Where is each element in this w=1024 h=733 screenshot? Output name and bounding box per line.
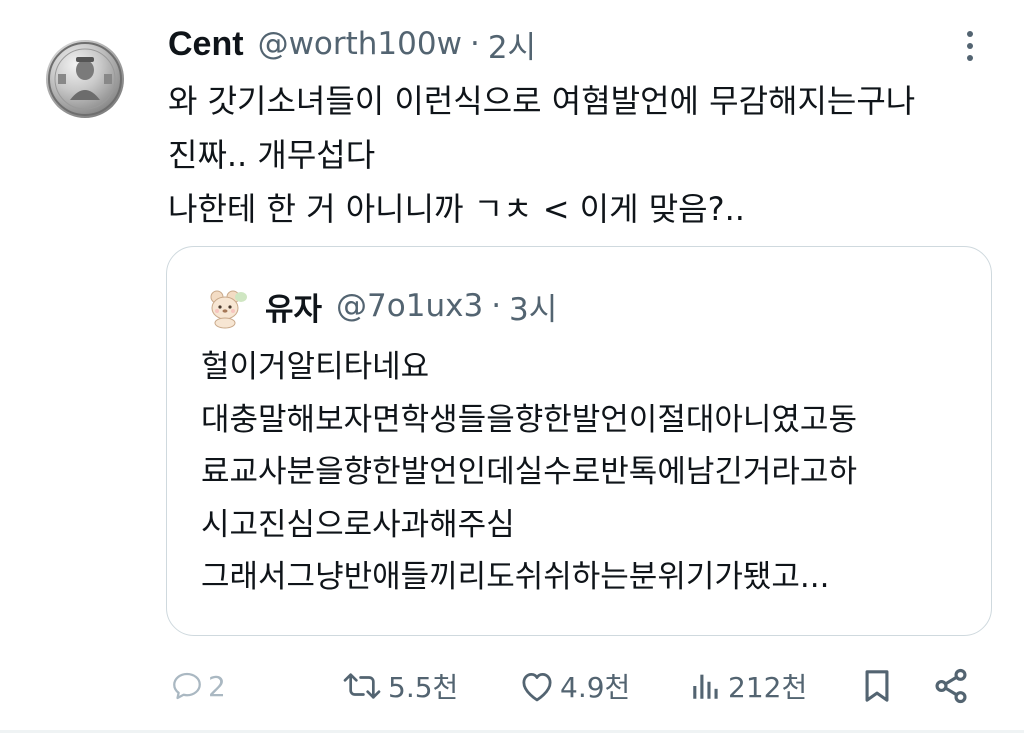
tweet-header: Cent @worth100w · 2시 xyxy=(168,22,536,66)
tweet-text-line: 진짜.. 개무섭다 xyxy=(168,136,376,174)
bookmark-icon xyxy=(865,670,889,702)
quoted-author-avatar[interactable] xyxy=(203,283,251,331)
retweet-button[interactable]: 5.5천 xyxy=(340,660,458,712)
more-dot-icon xyxy=(967,31,973,37)
quoted-text-line: 대충말해보자면학생들을향한발언이절대아니였고동 xyxy=(201,401,857,438)
quoted-tweet-card[interactable]: 유자 @7o1ux3 · 3시 헐이거알티타네요 대충말해보자면학생들을향한발언… xyxy=(166,246,992,636)
quoted-text-line: 료교사분을향한발언인데실수로반톡에남긴거라고하 xyxy=(201,454,857,490)
author-handle[interactable]: @worth100w xyxy=(258,26,462,62)
bookmark-button[interactable] xyxy=(860,660,894,712)
reply-count: 2 xyxy=(208,669,226,703)
quoted-text-line: 그래서그냥반애들끼리도쉬쉬하는분위기가됐고... xyxy=(201,559,830,595)
share-icon xyxy=(935,668,967,704)
retweet-count: 5.5천 xyxy=(388,671,459,704)
views-icon xyxy=(693,674,718,699)
quoted-text-line: 시고진심으로사과해주심 xyxy=(201,506,515,543)
author-display-name[interactable]: Cent xyxy=(168,25,244,64)
views-button[interactable]: 212천 xyxy=(688,660,807,712)
tweet-text: 와 갓기소녀들이 이런식으로 여혐발언에 무감해지는구나 진짜.. 개무섭다 나… xyxy=(168,74,998,236)
quoted-tweet-text: 헐이거알티타네요 대충말해보자면학생들을향한발언이절대아니였고동 료교사분을향한… xyxy=(201,341,971,604)
views-count: 212천 xyxy=(728,671,808,704)
author-avatar[interactable] xyxy=(46,40,124,118)
reply-icon xyxy=(173,672,201,700)
more-options-button[interactable] xyxy=(958,28,982,64)
separator-dot: · xyxy=(491,288,502,324)
tweet-text-line: 나한테 한 거 아니니까 ㄱㅊ < 이게 맞음?.. xyxy=(168,190,745,228)
share-button[interactable] xyxy=(932,660,970,712)
more-dot-icon xyxy=(967,43,973,49)
more-dot-icon xyxy=(967,55,973,61)
reply-button[interactable]: 2 xyxy=(170,660,226,712)
bear-avatar-icon xyxy=(210,290,247,329)
retweet-icon xyxy=(343,673,381,699)
separator-dot: · xyxy=(469,26,480,62)
like-button[interactable]: 4.9천 xyxy=(518,660,630,712)
like-count: 4.9천 xyxy=(560,671,631,704)
quoted-tweet-time[interactable]: 3시 xyxy=(509,284,557,329)
heart-icon xyxy=(522,673,552,702)
coin-avatar-icon xyxy=(48,42,122,116)
quoted-author-display-name[interactable]: 유자 xyxy=(265,284,322,329)
tweet-time[interactable]: 2시 xyxy=(488,22,536,67)
quoted-author-handle[interactable]: @7o1ux3 xyxy=(336,288,483,324)
tweet-action-bar: 2 5.5천 4.9천 212천 xyxy=(0,660,1024,712)
tweet-text-line: 와 갓기소녀들이 이런식으로 여혐발언에 무감해지는구나 xyxy=(168,82,916,120)
quoted-tweet-header: 유자 @7o1ux3 · 3시 xyxy=(265,283,557,329)
quoted-text-line: 헐이거알티타네요 xyxy=(201,349,430,385)
